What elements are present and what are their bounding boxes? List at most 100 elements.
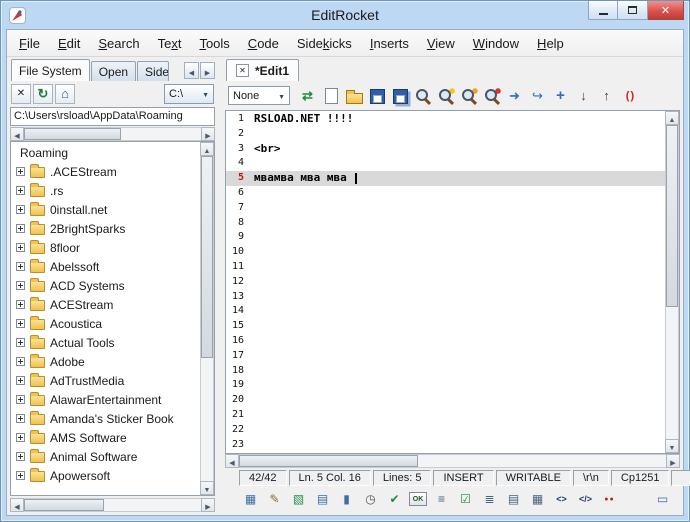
editor-line[interactable]: 23 — [226, 438, 665, 453]
menu-item[interactable]: View — [418, 31, 464, 56]
tree-item[interactable]: ACEStream — [11, 295, 200, 314]
scroll-down-button[interactable] — [200, 481, 214, 495]
close-button[interactable] — [648, 1, 684, 20]
editor-tab[interactable]: *Edit1 — [226, 59, 300, 81]
tree-item[interactable]: AdTrustMedia — [11, 371, 200, 390]
tree-item[interactable]: 8floor — [11, 238, 200, 257]
tree-hscrollbar[interactable] — [10, 498, 215, 512]
menu-item[interactable]: Sidekicks — [288, 31, 361, 56]
scroll-right-button[interactable] — [201, 127, 215, 141]
expand-plus-icon[interactable] — [16, 376, 25, 385]
editor-line[interactable]: 6 — [226, 186, 665, 201]
expand-plus-icon[interactable] — [16, 433, 25, 442]
syntax-mode-select[interactable]: None — [228, 86, 290, 105]
path-scrollbar[interactable] — [10, 127, 215, 141]
save-icon[interactable] — [366, 85, 387, 106]
menu-item[interactable]: Search — [89, 31, 148, 56]
jump-line-icon[interactable]: ↪ — [527, 85, 548, 106]
new-file-icon[interactable] — [320, 85, 341, 106]
scrollbar-thumb[interactable] — [24, 499, 104, 511]
checklist-icon[interactable]: ☑ — [456, 490, 475, 509]
scroll-left-button[interactable] — [225, 454, 239, 468]
insert-icon[interactable]: + — [550, 85, 571, 106]
tree-item[interactable]: .ACEStream — [11, 162, 200, 181]
tree-item[interactable]: Amanda's Sticker Book — [11, 409, 200, 428]
tree-item[interactable]: .rs — [11, 181, 200, 200]
editor-line[interactable]: 7 — [226, 201, 665, 216]
editor-line[interactable]: 1 RSLOAD.NET !!!! — [226, 112, 665, 127]
outline-icon[interactable]: ▤ — [504, 490, 523, 509]
tree-item[interactable]: AMS Software — [11, 428, 200, 447]
tree-item[interactable]: Abelssoft — [11, 257, 200, 276]
ok-icon[interactable]: OK — [409, 492, 427, 506]
scroll-right-button[interactable] — [666, 454, 680, 468]
code-area[interactable]: 1 RSLOAD.NET !!!! 2 3 <br> 4 5 мвамва мв… — [226, 111, 665, 453]
tab-close-icon[interactable] — [236, 64, 249, 77]
scroll-up-button[interactable] — [200, 142, 214, 156]
check-icon[interactable]: ✔ — [385, 490, 404, 509]
scrollbar-track[interactable] — [239, 454, 666, 468]
menu-item[interactable]: Edit — [49, 31, 89, 56]
editor-line[interactable]: 15 — [226, 319, 665, 334]
editor-line[interactable]: 14 — [226, 304, 665, 319]
scroll-up-button[interactable] — [665, 111, 679, 125]
close-panel-icon[interactable]: ✕ — [11, 83, 31, 104]
editor-line[interactable]: 18 — [226, 364, 665, 379]
move-up-icon[interactable]: ↑ — [596, 85, 617, 106]
tree-item[interactable]: AlawarEntertainment — [11, 390, 200, 409]
scrollbar-thumb[interactable] — [666, 125, 678, 308]
editor-line[interactable]: 17 — [226, 349, 665, 364]
tree-item[interactable]: Adobe — [11, 352, 200, 371]
tree-item[interactable]: ACD Systems — [11, 276, 200, 295]
tree-item[interactable]: Apowersoft — [11, 466, 200, 485]
scroll-down-button[interactable] — [665, 439, 679, 453]
editor-hscrollbar[interactable] — [225, 454, 680, 468]
open-file-icon[interactable] — [343, 85, 364, 106]
find-icon[interactable] — [412, 85, 433, 106]
bullet-list-icon[interactable]: ≣ — [480, 490, 499, 509]
tree-item[interactable]: Animal Software — [11, 447, 200, 466]
titlebar[interactable]: EditRocket — [6, 1, 684, 29]
scroll-left-button[interactable] — [10, 498, 24, 512]
replace-icon[interactable] — [481, 85, 502, 106]
menu-item[interactable]: Code — [239, 31, 288, 56]
editor-line[interactable]: 21 — [226, 408, 665, 423]
tree-item[interactable]: 0install.net — [11, 200, 200, 219]
expand-plus-icon[interactable] — [16, 300, 25, 309]
editor-line[interactable]: 16 — [226, 334, 665, 349]
menu-item[interactable]: Tools — [190, 31, 238, 56]
scrollbar-thumb[interactable] — [239, 455, 419, 467]
scrollbar-track[interactable] — [200, 156, 214, 481]
scroll-left-button[interactable] — [10, 127, 24, 141]
tab-scroll-right-button[interactable] — [200, 62, 215, 79]
scroll-right-button[interactable] — [201, 498, 215, 512]
grid-icon[interactable]: ▦ — [528, 490, 547, 509]
tab-scroll-left-button[interactable] — [184, 62, 199, 79]
expand-plus-icon[interactable] — [16, 414, 25, 423]
find-prev-icon[interactable] — [458, 85, 479, 106]
table-icon[interactable]: ▦ — [241, 490, 260, 509]
editor-line[interactable]: 19 — [226, 378, 665, 393]
drive-select[interactable]: C:\ — [164, 83, 214, 104]
scrollbar-track[interactable] — [24, 127, 201, 141]
editor-line[interactable]: 2 — [226, 127, 665, 142]
expand-plus-icon[interactable] — [16, 205, 25, 214]
menu-item[interactable]: Inserts — [361, 31, 418, 56]
connect-icon[interactable]: ⇄ — [297, 85, 318, 106]
tree-item[interactable]: 2BrightSparks — [11, 219, 200, 238]
panel-splitter[interactable] — [218, 59, 222, 512]
goto-icon[interactable]: ➜ — [504, 85, 525, 106]
scrollbar-thumb[interactable] — [24, 128, 122, 140]
tree-item[interactable]: Acoustica — [11, 314, 200, 333]
editor-line[interactable]: 5 мвамва мва мва — [226, 171, 665, 186]
expand-plus-icon[interactable] — [16, 319, 25, 328]
spellcheck-icon[interactable]: ▧ — [289, 490, 308, 509]
screen-icon[interactable]: ▭ — [653, 490, 672, 509]
move-down-icon[interactable]: ↓ — [573, 85, 594, 106]
expand-plus-icon[interactable] — [16, 186, 25, 195]
editor-line[interactable]: 10 — [226, 245, 665, 260]
match-brace-icon[interactable]: ( ) — [619, 85, 640, 106]
tree-scrollbar[interactable] — [200, 142, 214, 495]
minimize-button[interactable] — [588, 1, 618, 20]
edit-pencil-icon[interactable]: ✎ — [265, 490, 284, 509]
